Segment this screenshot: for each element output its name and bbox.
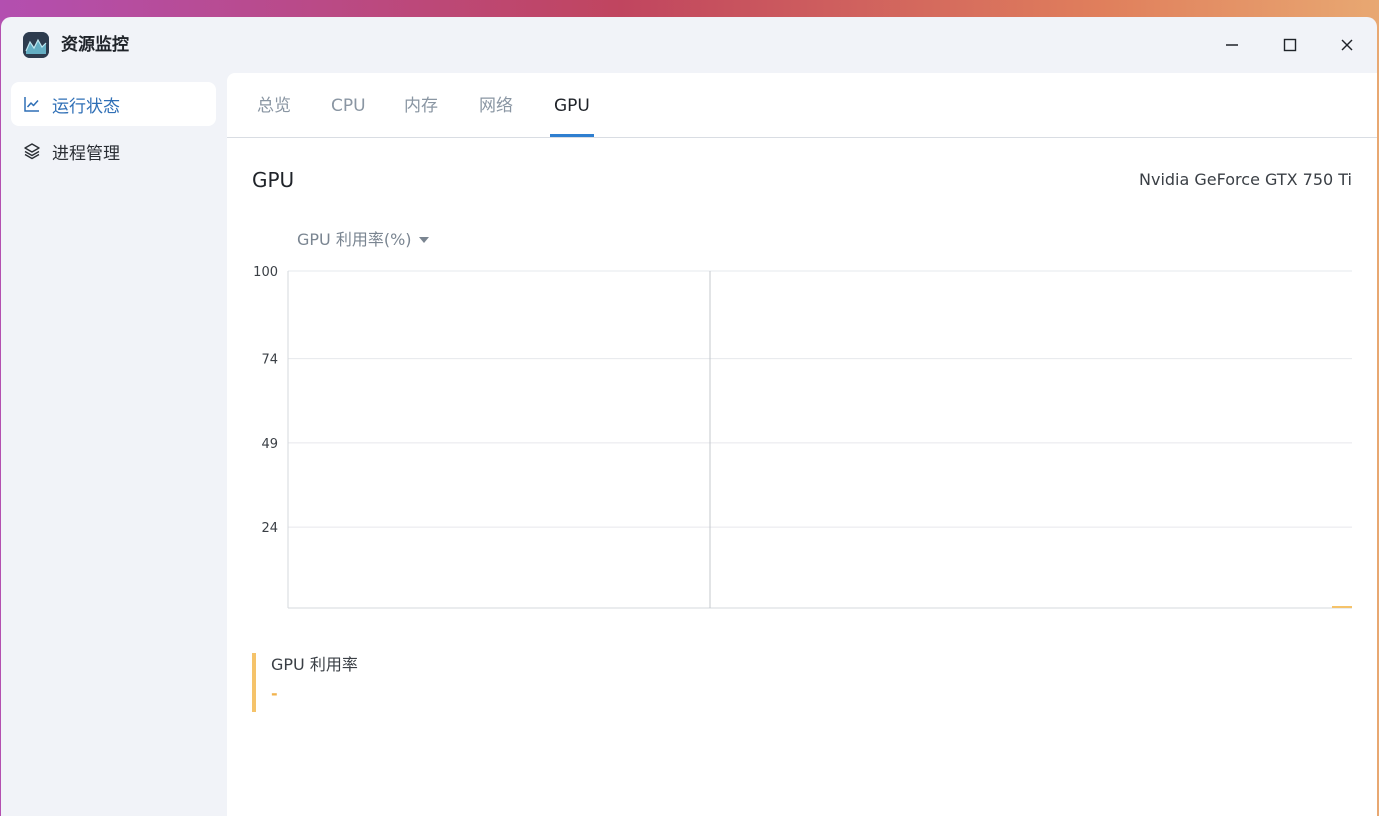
activity-chart-icon	[23, 32, 49, 58]
sidebar-item-label: 进程管理	[52, 143, 120, 164]
close-icon	[1341, 39, 1353, 51]
sidebar-item-processes[interactable]: 进程管理	[11, 129, 216, 173]
sidebar-item-label: 运行状态	[52, 96, 120, 117]
app-window: 资源监控 运行状态 进程管理 总览 CPU 内存 网络 GPU GPU Nvid…	[1, 17, 1377, 816]
line-chart-icon	[23, 95, 41, 113]
layers-icon	[23, 142, 41, 160]
sidebar-item-status[interactable]: 运行状态	[11, 82, 216, 126]
y-tick-label: 100	[253, 265, 278, 280]
maximize-button[interactable]	[1275, 31, 1305, 59]
y-tick-label: 49	[261, 437, 278, 452]
sidebar: 运行状态 进程管理	[1, 73, 227, 816]
legend-series-value: -	[271, 684, 278, 703]
main-content: 总览 CPU 内存 网络 GPU GPU Nvidia GeForce GTX …	[227, 73, 1377, 816]
close-button[interactable]	[1332, 31, 1362, 59]
maximize-icon	[1283, 38, 1297, 52]
legend-series-name: GPU 利用率	[271, 655, 358, 674]
y-tick-label: 74	[261, 353, 278, 368]
legend-color-bar	[252, 653, 256, 712]
minimize-icon	[1226, 44, 1238, 46]
title-bar[interactable]: 资源监控	[1, 17, 1377, 73]
y-tick-label: 24	[261, 521, 278, 536]
gpu-usage-chart: 24 49 74 100	[253, 265, 1352, 609]
minimize-button[interactable]	[1217, 31, 1247, 59]
app-title: 资源监控	[61, 35, 129, 55]
